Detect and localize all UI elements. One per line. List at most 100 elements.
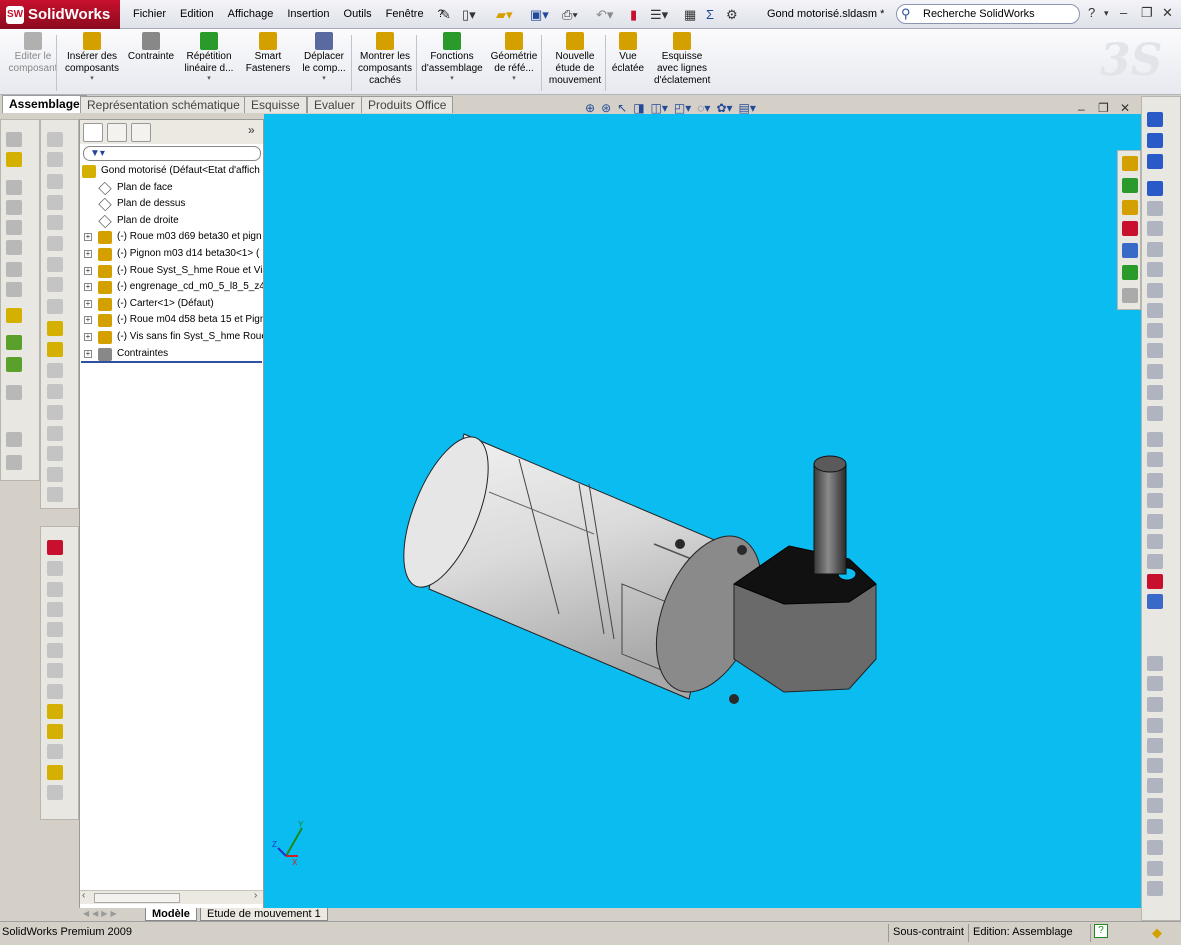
expand-node-icon[interactable]: + [84, 266, 92, 275]
sketch-tool-icon[interactable] [1147, 385, 1163, 400]
section-view-icon[interactable]: ◨ [633, 101, 644, 117]
toolbar-tool-icon[interactable] [47, 342, 63, 357]
tree-component[interactable]: + (-) Carter<1> (Défaut) [80, 296, 263, 313]
sketch-tool-icon[interactable] [1147, 364, 1163, 379]
status-help-icon[interactable]: ? [1094, 924, 1108, 938]
sketch-tool-icon[interactable] [1147, 112, 1163, 127]
scroll-left-icon[interactable]: ‹ [82, 890, 85, 901]
menu-insertion[interactable]: Insertion [280, 0, 336, 29]
tab-etude-mouvement[interactable]: Etude de mouvement 1 [200, 908, 328, 921]
task-pane-tab-icon[interactable] [1122, 156, 1138, 171]
expand-node-icon[interactable]: + [84, 283, 92, 292]
task-pane-tab-icon[interactable] [1122, 200, 1138, 215]
toolbar-tool-icon[interactable] [47, 765, 63, 780]
tab-modele[interactable]: Modèle [145, 908, 197, 921]
viewport-minimize-icon[interactable]: – [1078, 102, 1085, 116]
expand-node-icon[interactable]: + [84, 316, 92, 325]
toolbar-tool-icon[interactable] [6, 455, 22, 470]
hide-show-icon[interactable]: ◌▾ [697, 101, 710, 117]
tree-component[interactable]: + (-) Roue Syst_S_hme Roue et Vis [80, 263, 263, 280]
tree-plane[interactable]: Plan de droite [80, 213, 263, 230]
rebuild-icon[interactable]: ▮ [630, 6, 637, 23]
pin-icon[interactable]: ✎ [440, 6, 451, 23]
edit-appearance-icon[interactable]: ✿▾ [716, 101, 732, 117]
toolbar-tool-icon[interactable] [6, 240, 22, 255]
toolbar-tool-icon[interactable] [6, 335, 22, 350]
toolbar-tool-icon[interactable] [47, 426, 63, 441]
task-pane-tab-icon[interactable] [1122, 221, 1138, 236]
sketch-tool-icon[interactable] [1147, 697, 1163, 712]
toolbar-tool-icon[interactable] [47, 487, 63, 502]
toolbar-tool-icon[interactable] [6, 180, 22, 195]
toolbar-tool-icon[interactable] [47, 540, 63, 555]
tab-assemblage[interactable]: Assemblage [2, 95, 87, 113]
expand-node-icon[interactable]: + [84, 299, 92, 308]
toolbar-tool-icon[interactable] [47, 785, 63, 800]
status-tag-icon[interactable]: ◆ [1152, 923, 1162, 943]
viewport-restore-icon[interactable]: ❐ [1098, 101, 1109, 115]
sketch-tool-icon[interactable] [1147, 738, 1163, 753]
sketch-tool-icon[interactable] [1147, 181, 1163, 196]
sketch-tool-icon[interactable] [1147, 242, 1163, 257]
sketch-tool-icon[interactable] [1147, 840, 1163, 855]
save-icon[interactable]: ▣▾ [530, 6, 549, 23]
sketch-tool-icon[interactable] [1147, 406, 1163, 421]
previous-view-icon[interactable]: ↖ [617, 101, 627, 117]
menu-outils[interactable]: Outils [337, 0, 379, 29]
task-pane-tab-icon[interactable] [1122, 178, 1138, 193]
sketch-tool-icon[interactable] [1147, 221, 1163, 236]
sketch-tool-icon[interactable] [1147, 323, 1163, 338]
toolbar-tool-icon[interactable] [6, 385, 22, 400]
new-motion-study-button[interactable]: Nouvelle étude de mouvement [546, 32, 604, 87]
toolbar-tool-icon[interactable] [47, 582, 63, 597]
task-pane-tab-icon[interactable] [1122, 288, 1138, 303]
sketch-tool-icon[interactable] [1147, 303, 1163, 318]
dropdown-arrow-icon[interactable]: ▾ [421, 75, 483, 83]
toolbar-tool-icon[interactable] [47, 215, 63, 230]
feature-tree-scrollbar[interactable]: ‹ › [80, 890, 263, 904]
toolbar-tool-icon[interactable] [47, 724, 63, 739]
toolbar-tool-icon[interactable] [47, 321, 63, 336]
edit-component-button[interactable]: Editer le composant [6, 32, 60, 75]
tree-plane[interactable]: Plan de face [80, 180, 263, 197]
mate-button[interactable]: Contrainte [125, 32, 177, 63]
show-hidden-components-button[interactable]: Montrer les composants cachés [356, 32, 414, 87]
undo-icon[interactable]: ↶▾ [596, 6, 613, 23]
sketch-tool-icon[interactable] [1147, 554, 1163, 569]
tree-component[interactable]: + (-) Pignon m03 d14 beta30<1> ( [80, 246, 263, 263]
sketch-tool-icon[interactable] [1147, 262, 1163, 277]
expand-node-icon[interactable]: + [84, 249, 92, 258]
scroll-right-icon[interactable]: › [254, 890, 257, 901]
property-manager-tab[interactable] [107, 123, 127, 142]
close-icon[interactable]: ✕ [1162, 5, 1173, 21]
options-icon[interactable]: ☰▾ [650, 6, 668, 23]
tab-produits-office[interactable]: Produits Office [361, 96, 454, 113]
toolbar-tool-icon[interactable] [47, 195, 63, 210]
sketch-tool-icon[interactable] [1147, 778, 1163, 793]
toolbar-tool-icon[interactable] [47, 467, 63, 482]
tree-plane[interactable]: Plan de dessus [80, 196, 263, 213]
toolbar-tool-icon[interactable] [47, 561, 63, 576]
sketch-tool-icon[interactable] [1147, 133, 1163, 148]
tree-mates[interactable]: + Contraintes [80, 346, 263, 363]
toolbar-tool-icon[interactable] [47, 744, 63, 759]
configuration-manager-tab[interactable] [131, 123, 151, 142]
toolbar-tool-icon[interactable] [47, 299, 63, 314]
scrollbar-thumb[interactable] [94, 893, 180, 903]
toolbar-tool-icon[interactable] [6, 220, 22, 235]
dropdown-arrow-icon[interactable]: ▾ [62, 75, 122, 83]
toolbar-tool-icon[interactable] [47, 663, 63, 678]
dropdown-arrow-icon[interactable]: ▾ [298, 75, 350, 83]
toolbar-tool-icon[interactable] [6, 152, 22, 167]
view-orientation-icon[interactable]: ◫▾ [651, 101, 668, 117]
sketch-tool-icon[interactable] [1147, 154, 1163, 169]
toolbar-tool-icon[interactable] [47, 132, 63, 147]
tree-component[interactable]: + (-) Roue m04 d58 beta 15 et Pign [80, 312, 263, 329]
menu-affichage[interactable]: Affichage [221, 0, 281, 29]
task-pane-tab-icon[interactable] [1122, 265, 1138, 280]
expand-node-icon[interactable]: + [84, 349, 92, 358]
open-folder-icon[interactable]: ▰▾ [496, 6, 513, 23]
linear-pattern-button[interactable]: Répétition linéaire d... ▾ [181, 32, 237, 83]
toolbar-tool-icon[interactable] [6, 132, 22, 147]
tab-representation-schematique[interactable]: Représentation schématique [80, 96, 247, 113]
